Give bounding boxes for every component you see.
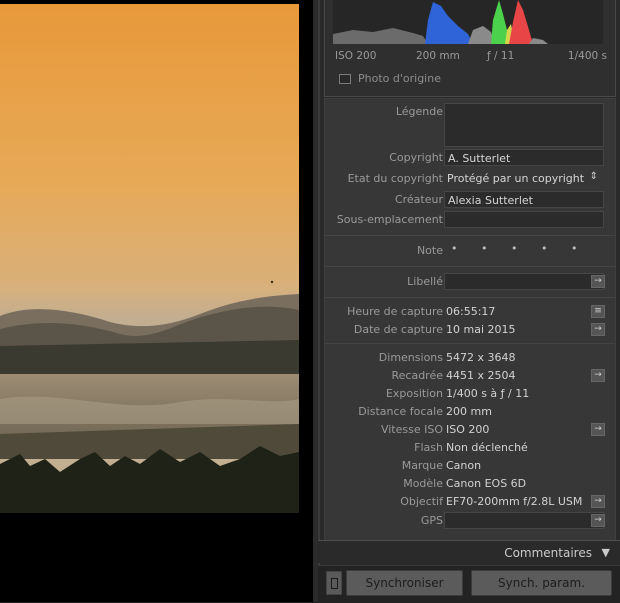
objectif-arrow-icon[interactable]: → — [591, 495, 605, 508]
etat-copyright-select[interactable]: Protégé par un copyright ⇕ — [444, 170, 604, 187]
row-copyright: Copyright A. Sutterlet — [325, 149, 615, 167]
exposition-label: Exposition — [385, 387, 443, 400]
libelle-arrow-icon[interactable]: → — [591, 275, 605, 288]
createur-value: Alexia Sutterlet — [448, 194, 533, 207]
row-date-capture: Date de capture 10 mai 2015 → — [325, 321, 615, 339]
date-capture-value: 10 mai 2015 — [446, 323, 516, 336]
legende-field[interactable] — [444, 103, 604, 147]
row-gps: GPS → — [325, 512, 615, 530]
flash-value: Non déclenché — [446, 441, 528, 454]
separator — [325, 266, 615, 267]
rating-stars[interactable]: • • • • • — [451, 242, 587, 255]
dimensions-label: Dimensions — [378, 351, 443, 364]
distance-focale-value: 200 mm — [446, 405, 492, 418]
date-capture-label: Date de capture — [353, 323, 443, 336]
comments-title: Commentaires — [504, 546, 592, 560]
histo-shutter: 1/400 s — [567, 50, 607, 62]
row-legende: Légende — [325, 103, 615, 147]
separator — [325, 343, 615, 344]
row-distance-focale: Distance focale 200 mm — [325, 403, 615, 421]
etat-copyright-value: Protégé par un copyright — [447, 172, 585, 185]
exposition-value: 1/400 s à ƒ / 11 — [446, 387, 530, 400]
row-libelle: Libellé → — [325, 273, 615, 291]
gps-label: GPS — [420, 514, 443, 527]
select-arrows-icon: ⇕ — [589, 171, 598, 182]
row-heure-capture: Heure de capture 06:55:17 ≡ — [325, 303, 615, 321]
flash-label: Flash — [414, 441, 443, 454]
separator — [325, 235, 615, 236]
marque-label: Marque — [401, 459, 443, 472]
histo-aperture: ƒ / 11 — [487, 50, 515, 62]
libelle-label: Libellé — [407, 275, 443, 288]
row-exposition: Exposition 1/400 s à ƒ / 11 — [325, 385, 615, 403]
recadree-label: Recadrée — [391, 369, 443, 382]
vitesse-iso-label: Vitesse ISO — [380, 423, 443, 436]
time-edit-icon[interactable]: ≡ — [591, 305, 605, 318]
original-photo-label: Photo d'origine — [358, 72, 441, 85]
iso-arrow-icon[interactable]: → — [591, 423, 605, 436]
createur-field[interactable]: Alexia Sutterlet — [444, 191, 604, 208]
row-recadree: Recadrée 4451 x 2504 → — [325, 367, 615, 385]
row-createur: Créateur Alexia Sutterlet — [325, 191, 615, 209]
photo-viewer — [0, 0, 318, 602]
histogram-panel: ISO 200 200 mm ƒ / 11 1/400 s Photo d'or… — [324, 0, 616, 97]
distance-focale-label: Distance focale — [358, 405, 443, 418]
row-note: Note • • • • • — [325, 242, 615, 260]
gps-field[interactable] — [444, 512, 604, 529]
row-marque: Marque Canon — [325, 457, 615, 475]
histo-focal: 200 mm — [416, 50, 460, 62]
histogram-graph — [333, 0, 603, 44]
landscape-photo[interactable] — [0, 4, 299, 513]
createur-label: Créateur — [394, 193, 443, 206]
sous-emplacement-label: Sous-emplacement — [336, 213, 443, 226]
histogram-info: ISO 200 200 mm ƒ / 11 1/400 s — [325, 50, 615, 64]
heure-capture-value: 06:55:17 — [446, 305, 496, 318]
copyright-value: A. Sutterlet — [448, 152, 511, 165]
original-photo-checkbox[interactable] — [339, 73, 351, 84]
row-etat-copyright: Etat du copyright Protégé par un copyrig… — [325, 170, 615, 188]
bottom-bar: Synchroniser Synch. param. — [318, 565, 620, 603]
comments-section-header[interactable]: Commentaires ▼ — [318, 540, 620, 563]
objectif-value: EF70-200mm f/2.8L USM — [446, 495, 583, 508]
recadree-value: 4451 x 2504 — [446, 369, 516, 382]
note-label: Note — [416, 244, 443, 257]
row-dimensions: Dimensions 5472 x 3648 — [325, 349, 615, 367]
metadata-panel: Légende Copyright A. Sutterlet Etat du c… — [324, 98, 616, 542]
row-vitesse-iso: Vitesse ISO ISO 200 → — [325, 421, 615, 439]
row-sous-emplacement: Sous-emplacement — [325, 211, 615, 229]
collapse-triangle-icon[interactable]: ▼ — [602, 546, 610, 559]
vitesse-iso-value: ISO 200 — [446, 423, 490, 436]
copyright-field[interactable]: A. Sutterlet — [444, 149, 604, 166]
panel-edge — [318, 0, 320, 602]
right-panel: ISO 200 200 mm ƒ / 11 1/400 s Photo d'or… — [318, 0, 620, 603]
recadree-arrow-icon[interactable]: → — [591, 369, 605, 382]
modele-value: Canon EOS 6D — [446, 477, 527, 490]
auto-sync-switch[interactable] — [326, 571, 342, 595]
etat-copyright-label: Etat du copyright — [347, 172, 443, 185]
sync-button[interactable]: Synchroniser — [346, 570, 463, 596]
original-photo-toggle[interactable]: Photo d'origine — [339, 72, 441, 85]
date-arrow-icon[interactable]: → — [591, 323, 605, 336]
copyright-label: Copyright — [389, 151, 443, 164]
dimensions-value: 5472 x 3648 — [446, 351, 516, 364]
row-objectif: Objectif EF70-200mm f/2.8L USM → — [325, 493, 615, 511]
objectif-label: Objectif — [400, 495, 443, 508]
sync-settings-button[interactable]: Synch. param. — [471, 570, 612, 596]
heure-capture-label: Heure de capture — [347, 305, 443, 318]
histo-iso: ISO 200 — [335, 50, 377, 62]
gps-arrow-icon[interactable]: → — [591, 514, 605, 527]
marque-value: Canon — [446, 459, 482, 472]
legende-label: Légende — [395, 105, 443, 118]
modele-label: Modèle — [403, 477, 443, 490]
landscape-image — [0, 4, 299, 513]
row-flash: Flash Non déclenché — [325, 439, 615, 457]
libelle-field[interactable] — [444, 273, 604, 290]
row-modele: Modèle Canon EOS 6D — [325, 475, 615, 493]
sous-emplacement-field[interactable] — [444, 211, 604, 228]
separator — [325, 297, 615, 298]
